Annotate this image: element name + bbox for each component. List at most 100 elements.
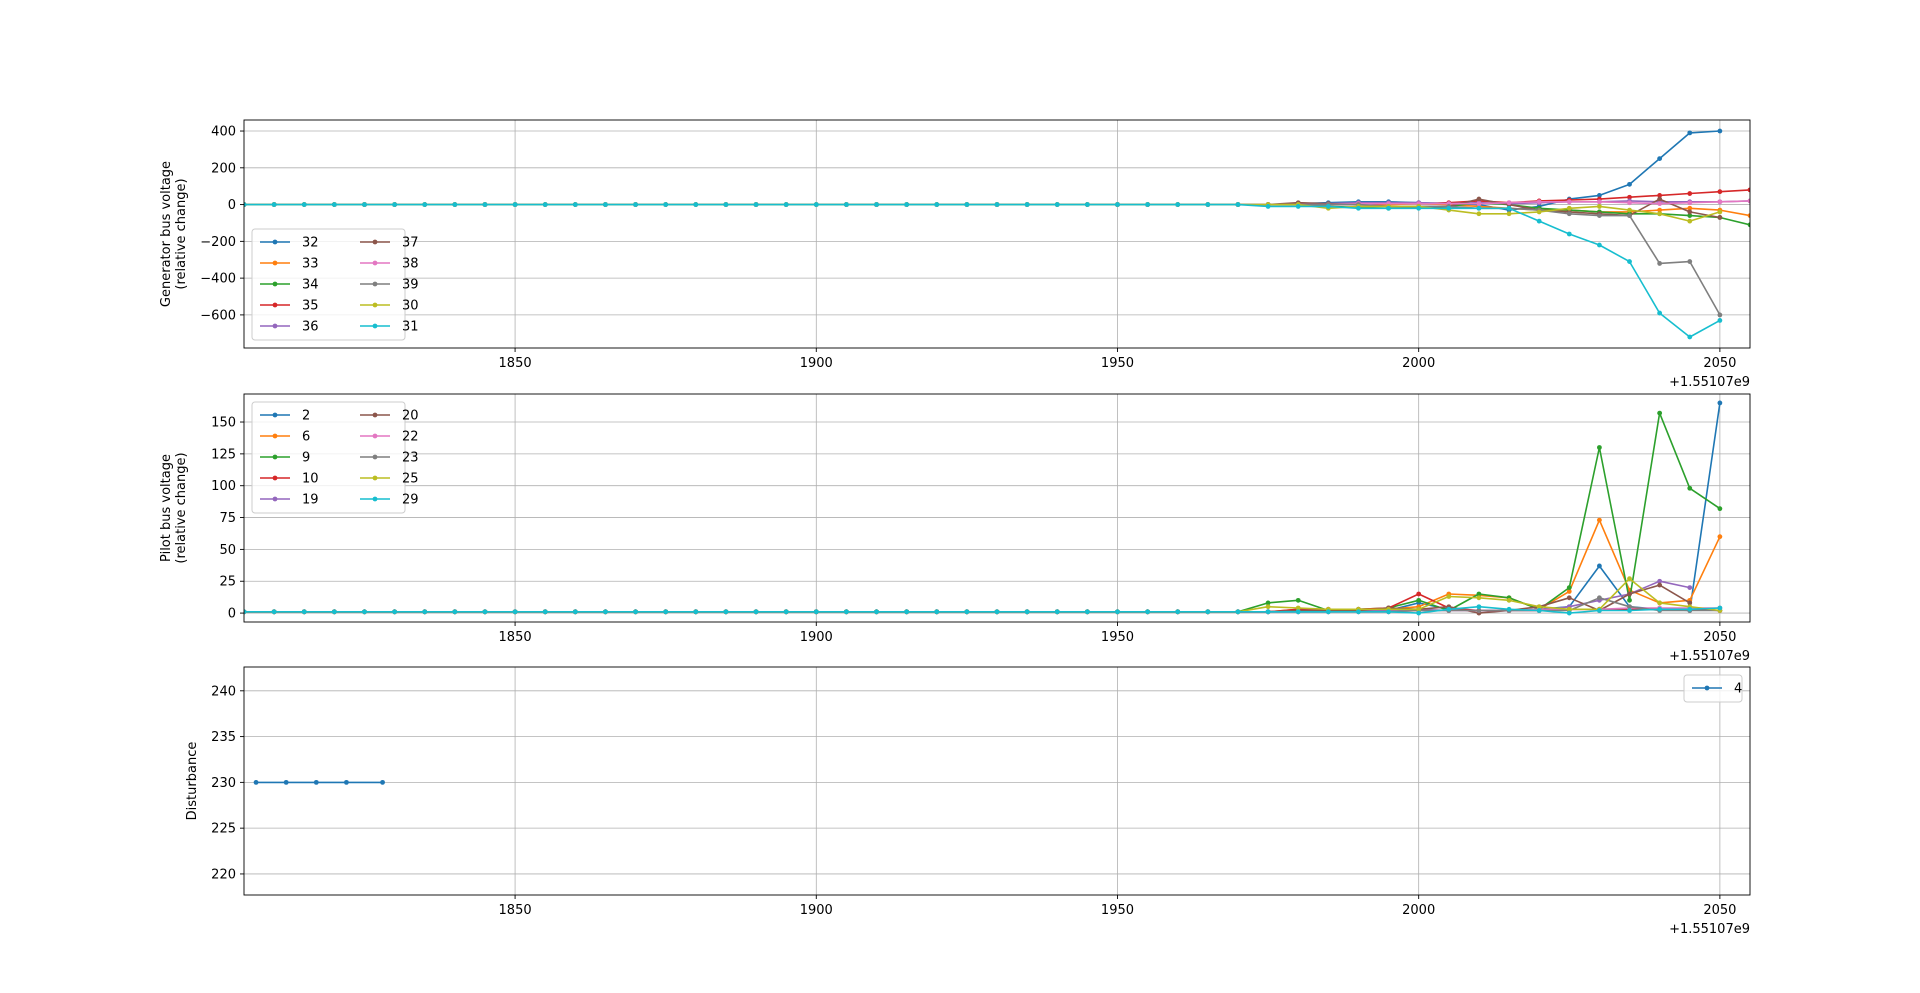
legend-marker <box>272 323 278 329</box>
data-point <box>964 202 970 207</box>
legend-entry-label: 36 <box>302 320 319 335</box>
x-tick-label: 1950 <box>1101 903 1134 918</box>
subplot-2: 1850 1900 1950 2000 2050 0 25 50 75 100 125 150 +1.5… <box>159 393 1751 664</box>
data-point <box>1476 205 1482 211</box>
data-point <box>1717 128 1723 134</box>
data-point <box>271 202 277 207</box>
y-tick-label: 100 <box>211 479 236 494</box>
plot-area <box>244 400 1723 616</box>
data-point <box>1566 585 1572 591</box>
x-tick-label: 2050 <box>1703 630 1736 645</box>
data-point <box>380 779 385 785</box>
data-point <box>874 202 879 207</box>
data-point <box>452 609 458 615</box>
data-point <box>1657 310 1663 316</box>
data-point <box>1687 130 1693 136</box>
data-point <box>1717 506 1723 512</box>
data-point <box>1446 205 1452 211</box>
series-line-32 <box>244 130 1720 211</box>
legend-entry-label: 23 <box>402 451 419 466</box>
y-tick-label: 220 <box>211 867 236 882</box>
data-point <box>1536 218 1542 224</box>
series-line-20 <box>244 584 1691 614</box>
legend-marker <box>372 496 378 502</box>
data-point <box>1416 591 1422 597</box>
data-point <box>1627 597 1632 603</box>
data-point <box>1687 209 1693 215</box>
series-line-25 <box>244 577 1721 613</box>
x-tick-label: 2000 <box>1402 903 1435 918</box>
data-point <box>482 202 488 207</box>
data-point <box>1627 576 1632 582</box>
legend-marker <box>272 239 278 245</box>
data-point <box>1416 610 1422 616</box>
legend-entry-label: 20 <box>402 409 419 424</box>
data-point <box>1084 609 1090 615</box>
y-axis-label: Disturbance <box>185 742 200 821</box>
data-point <box>1235 202 1241 207</box>
data-point <box>1597 595 1602 601</box>
data-point <box>301 609 307 615</box>
legend: 2 6 9 10 19 20 22 23 25 29 <box>251 401 419 514</box>
data-point <box>1687 218 1693 224</box>
data-point <box>1115 609 1120 615</box>
data-point <box>1687 585 1693 591</box>
data-point <box>1657 410 1663 416</box>
subplot-3: 1850 1900 1950 2000 2050 220 225 230 235 240 +1.55… <box>185 666 1751 937</box>
data-point <box>1627 259 1632 264</box>
x-tick-label: 1950 <box>1101 630 1134 645</box>
data-point <box>813 202 819 207</box>
legend-marker <box>272 496 278 502</box>
x-offset-label: +1.55107e9 <box>1669 375 1750 390</box>
legend-entry-label: 22 <box>402 430 419 445</box>
legend-marker <box>372 412 378 418</box>
legend-marker <box>272 302 278 308</box>
data-point <box>1386 609 1391 615</box>
data-point <box>1687 200 1693 206</box>
series-line-39 <box>244 203 1721 316</box>
legend-entry-label: 6 <box>302 430 310 445</box>
data-point <box>1265 604 1271 610</box>
x-tick-label: 2000 <box>1402 356 1435 371</box>
data-point <box>1446 594 1452 599</box>
data-point <box>1566 231 1572 237</box>
data-point <box>1717 209 1723 215</box>
data-point <box>482 609 488 615</box>
axes-frame <box>243 393 1751 623</box>
x-offset-label: +1.55107e9 <box>1669 922 1750 937</box>
data-point <box>1084 202 1090 207</box>
data-point <box>994 609 1000 615</box>
data-point <box>1627 200 1632 206</box>
y-axis-label: Pilot bus voltage <box>159 454 174 562</box>
data-point <box>1657 196 1663 202</box>
legend-marker <box>372 454 378 460</box>
data-point <box>1566 199 1572 205</box>
data-point <box>1325 204 1331 209</box>
data-point <box>693 202 699 207</box>
data-point <box>1054 609 1060 615</box>
legend-entry-label: 34 <box>302 278 319 293</box>
x-tick-label: 2050 <box>1703 903 1736 918</box>
data-point <box>753 202 759 207</box>
data-point <box>1295 609 1301 615</box>
y-tick-label: 125 <box>211 447 236 462</box>
data-point <box>1717 215 1723 220</box>
data-point <box>1566 610 1572 616</box>
data-point <box>1657 582 1663 588</box>
legend-entry-label: 30 <box>402 299 419 314</box>
data-point <box>874 609 879 615</box>
subplot-1: 1850 1900 1950 2000 2050 −600 −400 −200 0 200 400 +… <box>159 119 1751 390</box>
y-tick-label: −200 <box>200 235 236 250</box>
legend-marker <box>372 281 378 287</box>
data-point <box>1717 312 1723 318</box>
legend-entry-label: 25 <box>402 472 419 487</box>
data-point <box>542 609 548 615</box>
data-point <box>1566 205 1572 211</box>
legend-marker <box>272 454 278 460</box>
y-axis-label: (relative change) <box>174 178 189 289</box>
data-point <box>723 609 729 615</box>
series-line-31 <box>244 203 1721 338</box>
series-line-9 <box>244 412 1721 613</box>
data-point <box>331 609 337 615</box>
data-point <box>512 202 518 207</box>
